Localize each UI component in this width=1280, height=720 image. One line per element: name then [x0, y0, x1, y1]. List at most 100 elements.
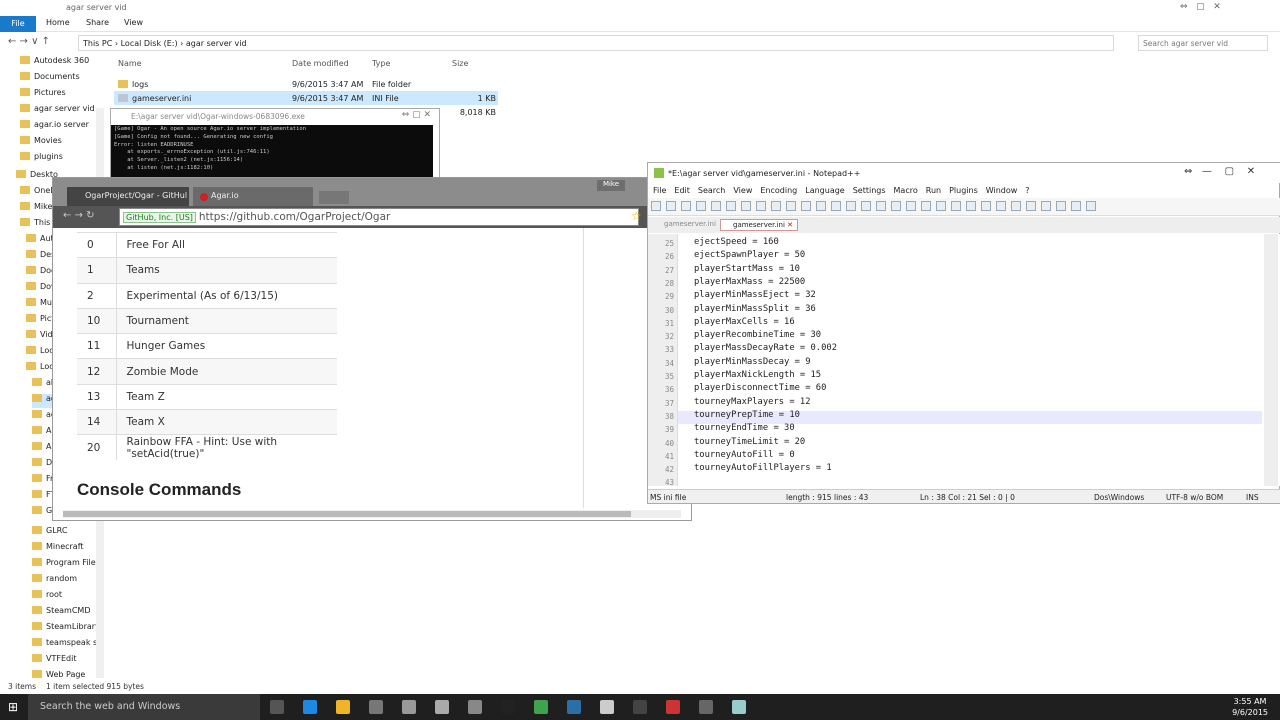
toolbar-button-icon[interactable]	[1056, 201, 1066, 211]
star-icon[interactable]: ☆	[631, 209, 642, 223]
tab-agar[interactable]: Agar.io	[193, 187, 313, 206]
taskbar-app-icon[interactable]	[402, 700, 416, 714]
code-line[interactable]: playerMaxCells = 16	[694, 317, 795, 327]
code-line[interactable]: playerMinMassSplit = 36	[694, 304, 816, 314]
toolbar-button-icon[interactable]	[921, 201, 931, 211]
toolbar-button-icon[interactable]	[981, 201, 991, 211]
taskbar-app-icon[interactable]	[303, 700, 317, 714]
notepad-window-controls[interactable]: ⇔ — ▢ ✕	[1184, 166, 1255, 177]
menu-item[interactable]: Edit	[674, 186, 690, 195]
code-line[interactable]: tourneyAutoFill = 0	[694, 450, 795, 460]
menu-item[interactable]: Run	[926, 186, 941, 195]
code-line[interactable]: tourneyAutoFillPlayers = 1	[694, 463, 832, 473]
nav-arrows-icon[interactable]: ← → ∨ ↑	[8, 36, 50, 47]
taskbar-app-icon[interactable]	[435, 700, 449, 714]
code-line[interactable]: tourneyTimeLimit = 20	[694, 437, 805, 447]
code-line[interactable]: playerMinMassDecay = 9	[694, 357, 811, 367]
toolbar-button-icon[interactable]	[1041, 201, 1051, 211]
nav-item[interactable]: Program Files	[32, 558, 130, 572]
toolbar-button-icon[interactable]	[696, 201, 706, 211]
menu-item[interactable]: Settings	[853, 186, 886, 195]
nav-item[interactable]: SteamCMD	[32, 606, 130, 620]
col-name[interactable]: Name	[118, 59, 142, 68]
toolbar-button-icon[interactable]	[1071, 201, 1081, 211]
toolbar-button-icon[interactable]	[741, 201, 751, 211]
menu-item[interactable]: Plugins	[949, 186, 978, 195]
toolbar-button-icon[interactable]	[756, 201, 766, 211]
menu-item[interactable]: Search	[698, 186, 725, 195]
code-line[interactable]: tourneyPrepTime = 10	[694, 410, 800, 420]
code-line[interactable]: playerMassDecayRate = 0.002	[694, 343, 837, 353]
browser-nav-icons[interactable]: ← → ↻	[63, 210, 95, 221]
new-tab-button[interactable]	[319, 191, 349, 204]
taskbar-app-icon[interactable]	[534, 700, 548, 714]
code-line[interactable]: playerStartMass = 10	[694, 264, 800, 274]
close-tab-icon[interactable]: ✕	[787, 221, 793, 229]
url-bar[interactable]: GitHub, Inc. [US] https://github.com/Ogar…	[119, 208, 639, 226]
window-controls[interactable]: ⇔ ▢ ✕	[1180, 2, 1221, 12]
console-controls[interactable]: ⇔ ▢ ✕	[402, 110, 431, 120]
col-date[interactable]: Date modified	[292, 59, 349, 68]
code-editor[interactable]: 25 26 27 28 29 30 31 32 33 34 35 36 37 38 39 40 41 42 43 e…	[648, 234, 1280, 487]
ribbon-tab-view[interactable]: View	[124, 18, 143, 27]
code-line[interactable]: playerDisconnectTime = 60	[694, 383, 826, 393]
toolbar-button-icon[interactable]	[966, 201, 976, 211]
toolbar-button-icon[interactable]	[846, 201, 856, 211]
scroll-thumb[interactable]	[63, 511, 631, 517]
menu-item[interactable]: ?	[1025, 186, 1029, 195]
toolbar-button-icon[interactable]	[876, 201, 886, 211]
toolbar-button-icon[interactable]	[786, 201, 796, 211]
code-line[interactable]: tourneyMaxPlayers = 12	[694, 397, 811, 407]
code-line[interactable]: playerMinMassEject = 32	[694, 290, 816, 300]
code-line[interactable]: playerMaxNickLength = 15	[694, 370, 821, 380]
toolbar-button-icon[interactable]	[936, 201, 946, 211]
col-type[interactable]: Type	[372, 59, 390, 68]
path-local-disk[interactable]: Local Disk (E:)	[121, 39, 178, 48]
toolbar-button-icon[interactable]	[1086, 201, 1096, 211]
taskbar-clock[interactable]: 3:55 AM 9/6/2015	[1232, 696, 1268, 718]
taskbar-app-icon[interactable]	[600, 700, 614, 714]
code-line[interactable]: tourneyEndTime = 30	[694, 423, 795, 433]
nav-item[interactable]: VTFEdit	[32, 654, 130, 668]
taskbar-app-icon[interactable]	[633, 700, 647, 714]
nav-item[interactable]: Pictures	[20, 88, 118, 102]
console-window[interactable]: E:\agar server vid\Ogar-windows-0683096.…	[110, 108, 440, 181]
doc-tab-inactive[interactable]: gameserver.ini	[652, 219, 720, 231]
col-size[interactable]: Size	[452, 59, 468, 68]
doc-tab-active[interactable]: gameserver.ini ✕	[720, 219, 799, 231]
menu-item[interactable]: View	[733, 186, 752, 195]
path-this-pc[interactable]: This PC	[83, 39, 112, 48]
menu-item[interactable]: Language	[805, 186, 844, 195]
nav-item[interactable]: Documents	[20, 72, 118, 86]
toolbar-button-icon[interactable]	[906, 201, 916, 211]
file-row[interactable]: gameserver.ini 9/6/2015 3:47 AM INI File 1 …	[114, 91, 498, 105]
menu-item[interactable]: Window	[986, 186, 1018, 195]
toolbar-button-icon[interactable]	[831, 201, 841, 211]
profile-button[interactable]: Mike	[597, 180, 625, 191]
toolbar-button-icon[interactable]	[801, 201, 811, 211]
toolbar-button-icon[interactable]	[651, 201, 661, 211]
address-bar[interactable]: This PC › Local Disk (E:) › agar server …	[78, 35, 1114, 51]
toolbar-button-icon[interactable]	[771, 201, 781, 211]
path-folder[interactable]: agar server vid	[186, 39, 247, 48]
browser-hscrollbar[interactable]	[63, 510, 681, 518]
taskbar-app-icon[interactable]	[369, 700, 383, 714]
nav-item[interactable]: Minecraft	[32, 542, 130, 556]
nav-item[interactable]: SteamLibrary	[32, 622, 130, 636]
taskbar-app-icon[interactable]	[336, 700, 350, 714]
nav-item[interactable]: root	[32, 590, 130, 604]
ribbon-tab-home[interactable]: Home	[46, 18, 70, 27]
taskbar-app-icon[interactable]	[567, 700, 581, 714]
editor-scrollbar[interactable]	[1264, 234, 1278, 486]
nav-item[interactable]: random	[32, 574, 130, 588]
nav-item[interactable]: teamspeak se	[32, 638, 130, 652]
nav-item[interactable]: GLRC	[32, 526, 130, 540]
search-input[interactable]: Search agar server vid	[1138, 35, 1268, 51]
toolbar-button-icon[interactable]	[1011, 201, 1021, 211]
taskbar-app-icon[interactable]	[699, 700, 713, 714]
ribbon-tab-share[interactable]: Share	[86, 18, 109, 27]
taskbar-app-icon[interactable]	[501, 700, 515, 714]
toolbar-button-icon[interactable]	[711, 201, 721, 211]
menu-item[interactable]: File	[653, 186, 666, 195]
taskbar-app-icon[interactable]	[468, 700, 482, 714]
